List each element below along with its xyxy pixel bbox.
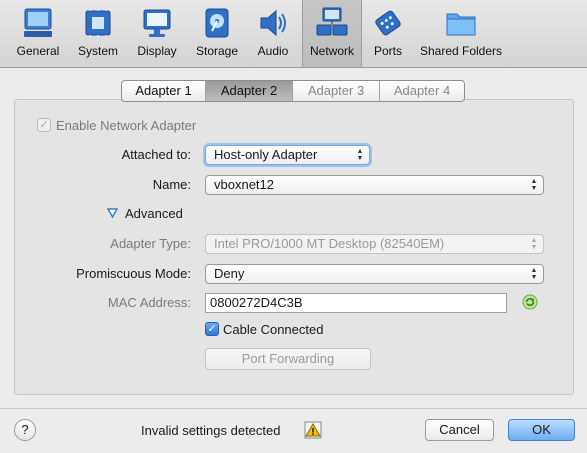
toolbar-item-system[interactable]: System — [72, 0, 124, 67]
toolbar-item-display[interactable]: Display — [130, 0, 184, 67]
toolbar-label: Audio — [257, 44, 289, 58]
promiscuous-mode-select[interactable]: Deny ▲ ▼ — [205, 264, 544, 284]
toolbar-label: Shared Folders — [419, 44, 503, 58]
name-label: Name: — [152, 177, 191, 192]
toolbar-label: Display — [137, 44, 177, 58]
attached-to-select[interactable]: Host-only Adapter ▲ ▼ — [205, 145, 370, 165]
refresh-mac-icon[interactable] — [522, 294, 538, 310]
select-arrows-icon: ▲ ▼ — [530, 237, 538, 251]
attached-to-label: Attached to: — [121, 147, 191, 162]
help-button[interactable]: ? — [14, 419, 36, 441]
display-icon — [143, 9, 171, 37]
attached-to-value: Host-only Adapter — [214, 147, 318, 162]
name-select[interactable]: vboxnet12 ▲ ▼ — [205, 175, 544, 195]
footer-divider — [0, 408, 587, 409]
warning-icon[interactable] — [304, 421, 322, 439]
tab-adapter-4[interactable]: Adapter 4 — [380, 81, 464, 101]
cable-connected-label: Cable Connected — [223, 322, 324, 337]
port-forwarding-button[interactable]: Port Forwarding — [205, 348, 371, 370]
monitor-general-icon — [24, 8, 52, 37]
adapter-type-select[interactable]: Intel PRO/1000 MT Desktop (82540EM) ▲ ▼ — [205, 234, 544, 254]
toolbar-item-shared-folders[interactable]: Shared Folders — [416, 0, 506, 67]
toolbar-item-network[interactable]: Network — [302, 0, 362, 67]
toolbar-item-storage[interactable]: Storage — [190, 0, 244, 67]
tab-adapter-2[interactable]: Adapter 2 — [206, 81, 293, 101]
adapter-type-label: Adapter Type: — [110, 236, 191, 251]
network-icon — [316, 7, 348, 36]
mac-address-field[interactable]: 0800272D4C3B — [205, 293, 507, 313]
toolbar-item-ports[interactable]: Ports — [366, 0, 410, 67]
mac-address-label: MAC Address: — [107, 295, 191, 310]
promiscuous-mode-value: Deny — [214, 266, 245, 281]
select-arrows-icon: ▲ ▼ — [530, 267, 538, 281]
cable-connected-checkbox[interactable]: ✓ — [205, 322, 219, 336]
select-arrows-icon: ▲ ▼ — [356, 148, 364, 162]
folder-icon — [446, 13, 476, 36]
toolbar-item-audio[interactable]: Audio — [250, 0, 296, 67]
toolbar-item-general[interactable]: General — [10, 0, 66, 67]
promiscuous-mode-label: Promiscuous Mode: — [76, 266, 191, 281]
advanced-label[interactable]: Advanced — [125, 206, 183, 221]
toolbar-label: System — [77, 44, 118, 58]
adapter-type-value: Intel PRO/1000 MT Desktop (82540EM) — [214, 236, 445, 251]
speaker-icon — [260, 9, 286, 37]
enable-adapter-checkbox[interactable]: ✓ — [37, 118, 51, 132]
chip-icon — [85, 8, 111, 38]
toolbar-label: Network — [309, 44, 354, 58]
disk-icon — [205, 8, 229, 38]
status-message: Invalid settings detected — [141, 423, 281, 438]
ok-button[interactable]: OK — [508, 419, 575, 441]
cancel-button[interactable]: Cancel — [425, 419, 494, 441]
select-arrows-icon: ▲ ▼ — [530, 178, 538, 192]
name-value: vboxnet12 — [214, 177, 274, 192]
tab-adapter-1[interactable]: Adapter 1 — [122, 81, 206, 101]
ports-icon — [375, 10, 401, 36]
tab-adapter-3[interactable]: Adapter 3 — [293, 81, 380, 101]
disclosure-triangle-icon[interactable] — [107, 208, 118, 218]
toolbar-label: Storage — [195, 44, 239, 58]
toolbar-label: General — [16, 44, 60, 58]
toolbar-label: Ports — [373, 44, 402, 58]
enable-adapter-label: Enable Network Adapter — [56, 118, 197, 133]
settings-toolbar: General System Display Storage Audio Net… — [0, 0, 587, 68]
adapter-tabs: Adapter 1 Adapter 2 Adapter 3 Adapter 4 — [121, 80, 465, 102]
